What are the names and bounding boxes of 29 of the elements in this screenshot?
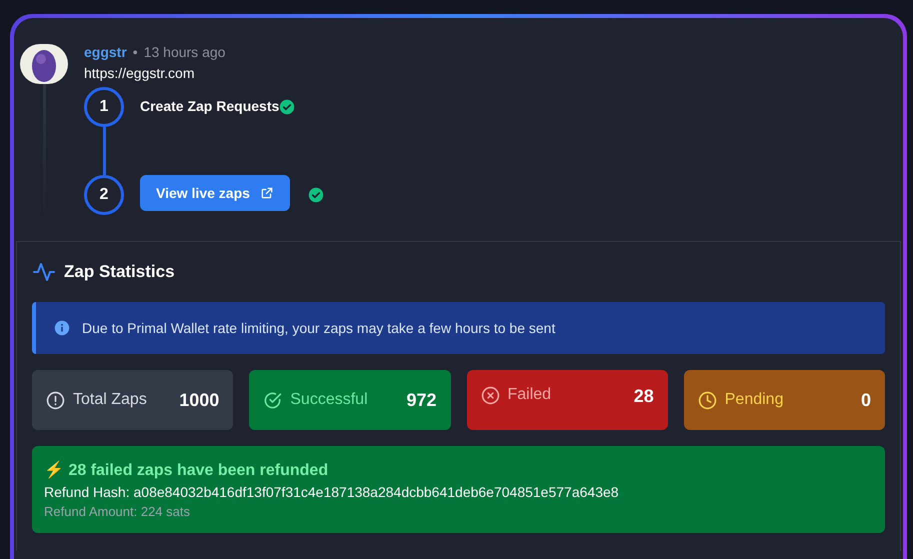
stat-value: 28 — [634, 386, 654, 407]
author-name[interactable]: eggstr — [84, 44, 127, 60]
clock-icon — [698, 390, 717, 410]
section-title: Zap Statistics — [64, 262, 175, 282]
x-circle-icon — [480, 386, 500, 405]
stat-label: Failed — [508, 386, 552, 404]
meta-separator: • — [132, 44, 138, 60]
external-link-icon — [260, 186, 274, 200]
refund-title: ⚡ 28 failed zaps have been refunded — [44, 460, 330, 480]
step-label: Create Zap Requests — [140, 98, 280, 114]
alert-icon — [46, 390, 65, 410]
stat-label: Successful — [290, 391, 369, 409]
step-number: 2 — [84, 175, 124, 215]
refund-hash: Refund Hash: a08e84032b416df13f07f31c4e187138a284dcbb641deb6e704851e577a643e8 — [44, 484, 620, 500]
activity-icon — [32, 260, 56, 284]
notice-text: Due to Primal Wallet rate limiting, your zaps may take a few hours to be sent — [82, 320, 556, 336]
stat-value: 0 — [860, 390, 871, 410]
check-circle-icon — [263, 390, 282, 410]
stat-label: Total Zaps — [73, 391, 148, 409]
stat-value: 1000 — [179, 390, 220, 410]
view-live-zaps-button[interactable]: View live zaps — [140, 175, 290, 211]
stat-value: 972 — [406, 390, 436, 410]
egg-avatar — [20, 44, 68, 84]
stat-label: Pending — [724, 391, 784, 409]
refund-amount: Refund Amount: 224 sats — [44, 504, 191, 519]
post-content: https://eggstr.com — [84, 65, 196, 81]
info-icon — [54, 320, 70, 336]
step-number: 1 — [84, 87, 124, 127]
post-time: 13 hours ago — [144, 44, 226, 60]
